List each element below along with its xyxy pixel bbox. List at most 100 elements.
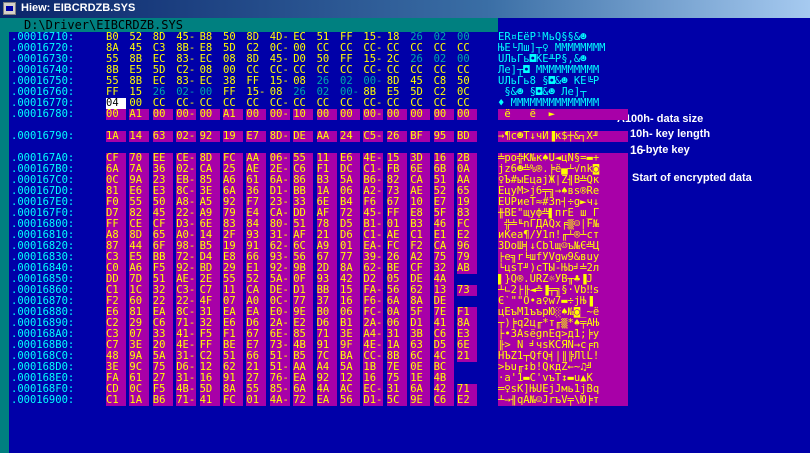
ascii-column[interactable]: иЌeа¶/У1п!╓┴®┴ст [498,230,628,241]
hex-byte[interactable]: 00- [363,109,384,120]
hex-byte[interactable]: A1 [129,109,150,120]
hex-byte[interactable]: 00 [457,109,477,120]
hex-row[interactable]: .00016780: 00 A1 00 00- 00 A1 00 00- 10 00 00 00- 00 0… [9,108,628,120]
window-title: Hiew: EIBCRDZB.SYS [21,2,136,14]
hex-dump-view[interactable]: .00016710: B0 52 8D 45- B8 50 8D 4D- EC 51 FF 15- 18 2… [9,32,628,453]
annotation-key-bytes: -byte key [639,144,690,156]
annotation-encrypted-data: Start of encrypted data [632,172,752,184]
file-path: D:\Driver\EIBCRDZB.SYS [24,18,183,32]
hex-byte[interactable]: 10 [293,109,314,120]
ascii-column[interactable]: Є`""O•а♀w7▬÷jЊ▐ [498,296,628,307]
ascii-column[interactable]: ЁUPиеТ≈#3n┤÷g►ч↓ [498,197,628,208]
ascii-column[interactable]: цЁъМ1ъърЮ░♠№◙_~ё [498,307,628,318]
hex-byte[interactable]: E2 [457,395,477,406]
ascii-column[interactable]: └цѕТ╜)сТЫ-Њb╛╧2л [498,263,628,274]
hex-byte[interactable]: 92 [199,131,220,142]
ascii-column[interactable]: UЛьГь◘ЌE╨P§,&☻ [498,54,628,65]
ascii-column[interactable]: ╟> N ╛чsKСЯN→c╒n [498,340,628,351]
ascii-column[interactable]: ЁR¤EёP¹MьQ§§&☻ [498,32,628,43]
file-path-bar: D:\Driver\EIBCRDZB.SYS [0,18,498,32]
hex-byte[interactable]: 00 [246,109,267,120]
ascii-column[interactable]: ╫ВE"щyф╩▌пrE ш_Г [498,208,628,219]
hex-byte[interactable]: 1A [106,131,126,142]
ascii-column[interactable]: ЁцуМ>j6╤╗→♠вs®Re [498,186,628,197]
ascii-column[interactable]: ♀Ъ#ыЕцajЖ│Z╢В╩Qк [498,175,628,186]
hex-byte[interactable]: 00 [106,109,126,120]
hex-byte[interactable]: 00 [152,109,173,120]
annotation-key-length: 10h- key length [630,128,711,140]
hex-byte[interactable]: 00- [176,109,197,120]
ascii-column[interactable]: ЊE└Лш]┬♀ ММММММММ [498,43,628,54]
hex-byte[interactable]: 00 [199,109,220,120]
hex-byte[interactable]: DE [293,131,314,142]
hex-byte[interactable]: 01 [246,395,267,406]
hex-byte[interactable]: 00 [340,109,360,120]
hex-byte[interactable]: 5C [386,395,407,406]
hex-byte[interactable]: B6 [152,395,173,406]
ascii-column[interactable]: →¶c☻Т↓чЍ▐к$┼&┐Х╜ [498,131,628,142]
hex-byte[interactable]: EA [316,395,337,406]
hex-byte[interactable]: C6 [433,395,454,406]
hex-byte[interactable]: 24 [340,131,360,142]
hex-byte[interactable]: BF [410,131,431,142]
hex-byte[interactable]: FC [223,395,243,406]
ascii-column[interactable]: ╧po╬Ќ№к♠U◄цN§=▬+ [498,153,628,164]
hex-byte[interactable]: 00- [269,109,290,120]
ascii-column[interactable]: §&☻ §◘&☻ Лe]┬ [498,87,628,98]
hex-byte[interactable]: AA [316,131,337,142]
hex-byte[interactable]: C1 [106,395,126,406]
ascii-column[interactable]: ЗDoШ╡↓Сblщ☺ъ№Є╩Ц [498,241,628,252]
row-address: .00016790: [11,130,75,142]
hex-byte[interactable]: 21 [457,351,477,362]
hex-row[interactable]: .00016790: 1A 14 63 02- 92 19 E7 8D- DE AA 24 C5- 26 B… [9,130,628,142]
ascii-column[interactable]: UЛьГь8 §◘&☻ ЌE╚P [498,76,628,87]
ascii-column[interactable]: >Ьu╓↕b!QкдZ←~♫╝ [498,362,628,373]
ascii-column[interactable]: jz6☻╩%®.╞ё▄┴√nk◙ [498,164,628,175]
ascii-column[interactable]: ╬╧╙nГДАQx╒▒☺│F№ [498,219,628,230]
hex-byte[interactable]: AB [457,263,477,274]
hex-byte[interactable]: C5- [363,131,384,142]
left-gutter [0,32,9,453]
row-address: .00016900: [11,394,75,406]
ascii-column[interactable]: ▌}Q®.URZ☼УB╥♣▐J [498,274,628,285]
ascii-column[interactable]: Лe]┬◘ ММММММММММ [498,65,628,76]
hex-byte[interactable]: 4A- [269,395,290,406]
hex-byte[interactable]: 1A [129,395,150,406]
hex-byte[interactable]: 26 [386,131,407,142]
window-titlebar: Hiew: EIBCRDZB.SYS [0,0,810,18]
hex-byte[interactable]: 8D- [269,131,290,142]
hex-byte[interactable]: 72 [293,395,314,406]
hex-byte[interactable]: 41 [199,395,220,406]
hex-byte[interactable]: 14 [129,131,150,142]
ascii-column[interactable]: ┬)╞q2ц╓*т╓▒*♠╤AЊ [498,318,628,329]
hex-row[interactable]: .00016900: C1 1A B6 71- 41 FC 01 4A- 72 EA 56 D1- 5C 9… [9,394,628,406]
hex-byte[interactable]: 56 [340,395,360,406]
hex-byte[interactable]: 73 [457,285,477,296]
hex-byte[interactable]: 02- [176,131,197,142]
hex-byte[interactable]: 9E [410,395,431,406]
row-address: .00016780: [11,108,75,120]
hex-byte[interactable]: 71- [176,395,197,406]
ascii-column[interactable]: ═♀ѕK]ЊUЕjJмь1jBq [498,384,628,395]
hex-byte[interactable]: D1- [363,395,384,406]
ascii-column[interactable]: ┴∟2├╟◄╩▐╤╗§·Vb‼s [498,285,628,296]
ascii-column[interactable]: HЪZ1┬QfQ╡|║╠ЛlL! [498,351,628,362]
hex-byte[interactable]: 00 [386,109,407,120]
ascii-column[interactable]: ├•3AѕёgnЕq>д1;╞у [498,329,628,340]
hex-byte[interactable]: 19 [223,131,243,142]
ascii-column[interactable]: ♦ ММММММММММММММ [498,98,628,109]
hex-byte[interactable]: 00 [316,109,337,120]
hex-byte[interactable]: 63 [152,131,173,142]
ascii-column[interactable]: ┴→╢qA№☺JrъV╤\Ю╞т [498,395,628,406]
ascii-column[interactable]: ├e╗r╘шfУVgw9&вuy [498,252,628,263]
hex-byte[interactable]: E7 [246,131,267,142]
app-icon [3,2,16,15]
annotation-data-size: A100h- data size [617,113,704,125]
ascii-column[interactable]: ё ё ► [498,109,628,120]
hex-byte[interactable]: A1 [223,109,243,120]
hex-byte[interactable]: 95 [433,131,454,142]
hex-byte[interactable]: BD [457,131,477,142]
hex-byte[interactable]: 00 [410,109,431,120]
hex-byte[interactable]: 00 [433,109,454,120]
ascii-column[interactable]: ·a'1▬С'vъТ↕▬u▲K [498,373,628,384]
